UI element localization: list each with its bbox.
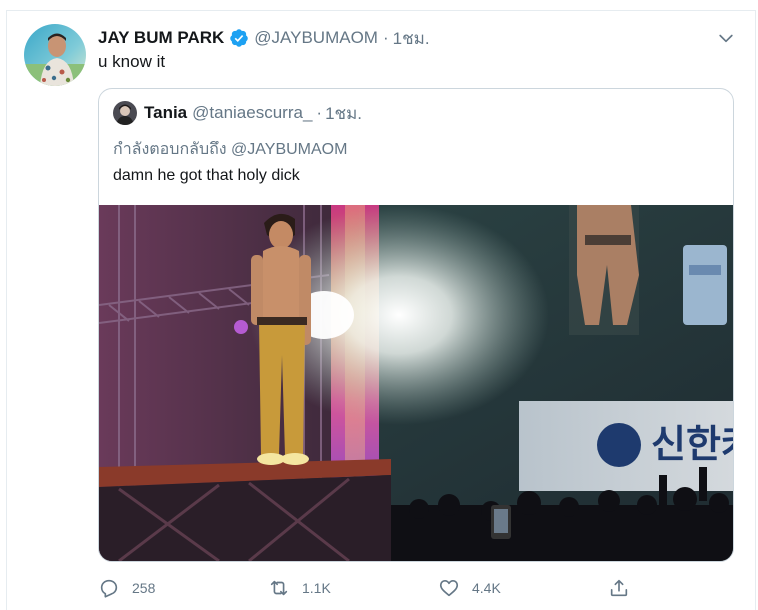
quoted-author-name[interactable]: Tania <box>144 103 187 123</box>
quoted-tweet[interactable]: Tania @taniaescurra_ · 1ชม. กำลังตอบกลับ… <box>98 88 734 562</box>
reply-icon <box>100 579 118 598</box>
quoted-tweet-header: Tania @taniaescurra_ · 1ชม. <box>113 101 362 125</box>
tweet-header: JAY BUM PARK @JAYBUMAOM · 1ชม. <box>98 26 430 50</box>
replying-to-handle[interactable]: @JAYBUMAOM <box>231 141 347 158</box>
verified-badge-icon <box>230 29 249 47</box>
like-icon <box>439 580 459 597</box>
separator-dot: · <box>382 28 389 47</box>
tweet-actions: 258 1.1K 4.4K <box>98 574 638 602</box>
quoted-timestamp[interactable]: 1ชม. <box>325 100 362 127</box>
replying-to-label: กำลังตอบกลับถึง <box>113 141 227 158</box>
retweet-count: 1.1K <box>302 580 331 596</box>
banner-text: 신한카 <box>651 422 733 466</box>
like-button[interactable]: 4.4K <box>438 574 501 602</box>
replying-to: กำลังตอบกลับถึง @JAYBUMAOM <box>113 137 347 162</box>
share-button[interactable] <box>608 574 630 602</box>
quoted-author-handle[interactable]: @taniaescurra_ <box>192 103 312 123</box>
quoted-tweet-text: damn he got that holy dick <box>113 167 300 184</box>
like-count: 4.4K <box>472 580 501 596</box>
quoted-tweet-photo[interactable]: 신한카 <box>99 205 733 561</box>
quoted-separator-dot: · <box>316 103 323 122</box>
author-avatar[interactable] <box>24 24 86 86</box>
chevron-down-icon[interactable] <box>716 28 736 48</box>
reply-button[interactable]: 258 <box>98 574 155 602</box>
share-icon <box>610 579 628 597</box>
author-name[interactable]: JAY BUM PARK <box>98 28 224 48</box>
reply-count: 258 <box>132 580 156 596</box>
tweet-timestamp[interactable]: 1ชม. <box>393 25 430 52</box>
author-handle[interactable]: @JAYBUMAOM <box>254 28 378 48</box>
retweet-button[interactable]: 1.1K <box>268 574 331 602</box>
retweet-icon <box>270 580 288 596</box>
quoted-author-avatar[interactable] <box>113 101 137 125</box>
tweet-text: u know it <box>98 52 166 71</box>
